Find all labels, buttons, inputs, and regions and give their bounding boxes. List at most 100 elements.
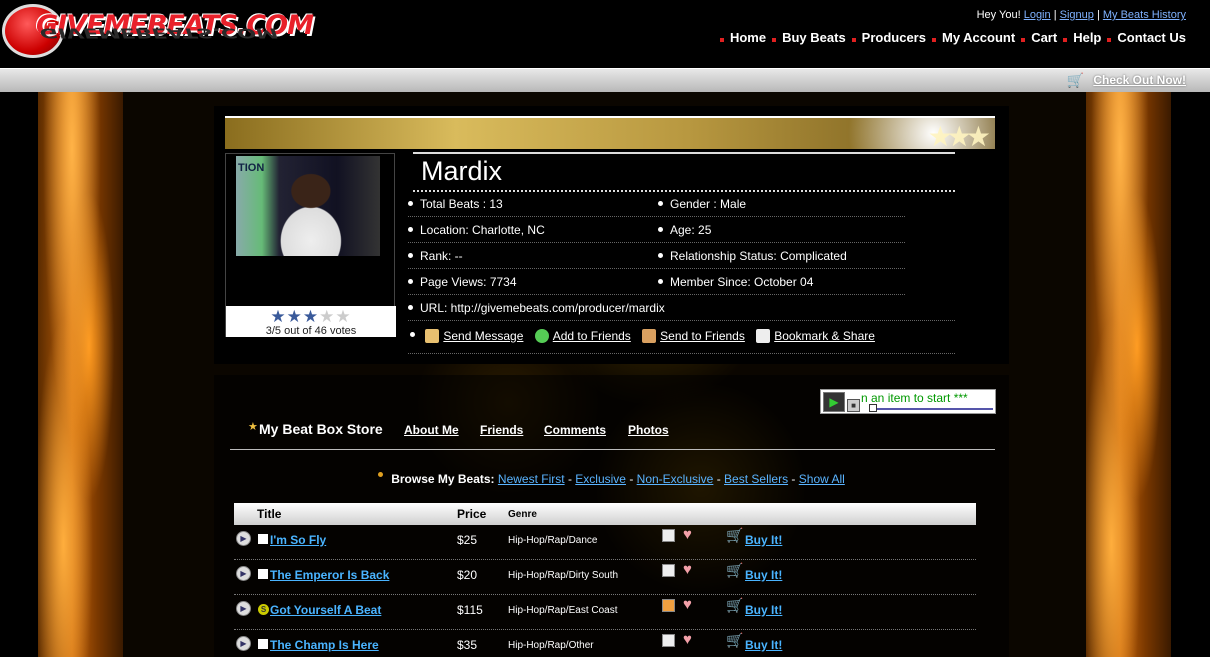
preview-play-icon[interactable]: ▶ xyxy=(236,636,251,651)
beat-price: $35 xyxy=(457,638,478,652)
favorite-heart-icon[interactable]: ♥ xyxy=(683,596,692,613)
buy-it-link[interactable]: Buy It! xyxy=(745,533,782,547)
preview-play-icon[interactable]: ▶ xyxy=(236,566,251,581)
buy-it-link[interactable]: Buy It! xyxy=(745,638,782,652)
select-checkbox[interactable] xyxy=(258,534,268,544)
player-message: n an item to start *** xyxy=(861,391,968,405)
checkout-link[interactable]: Check Out Now! xyxy=(1093,73,1186,87)
cart-icon[interactable]: 🛒 xyxy=(726,562,743,579)
browse-label: Browse My Beats: xyxy=(391,472,495,486)
nav-contact-us[interactable]: Contact Us xyxy=(1101,30,1186,45)
favorite-heart-icon[interactable]: ♥ xyxy=(683,631,692,648)
cart-icon[interactable]: 🛒 xyxy=(726,597,743,614)
info-url: URL: http://givemebeats.com/producer/mar… xyxy=(408,295,955,321)
col-genre[interactable]: Genre xyxy=(508,509,537,520)
favorite-heart-icon[interactable]: ♥ xyxy=(683,561,692,578)
beat-title-link[interactable]: Got Yourself A Beat xyxy=(270,603,381,617)
site-logo[interactable]: GIVEMEBEATS.COM GIVEMEBEATS.COM xyxy=(0,0,314,68)
info-gender: Gender : Male xyxy=(658,191,905,217)
profile-actions: Send Message Add to Friends Send to Frie… xyxy=(408,328,955,354)
producer-name: Mardix xyxy=(413,152,955,192)
site-header: GIVEMEBEATS.COM GIVEMEBEATS.COM Hey You!… xyxy=(0,0,1210,68)
info-age: Age: 25 xyxy=(658,217,905,243)
buy-it-link[interactable]: Buy It! xyxy=(745,603,782,617)
separator: | xyxy=(1053,9,1057,21)
profile-photo: TION xyxy=(236,156,380,256)
star-icon[interactable]: ★ xyxy=(319,307,335,326)
cart-icon[interactable]: 🛒 xyxy=(726,632,743,649)
player-progress-handle[interactable] xyxy=(869,404,877,412)
beat-genre: Hip-Hop/Rap/Dirty South xyxy=(508,570,619,581)
beats-history-link[interactable]: My Beats History xyxy=(1103,9,1186,21)
photo-sign-text: TION xyxy=(238,162,265,174)
buy-it-link[interactable]: Buy It! xyxy=(745,568,782,582)
preview-play-icon[interactable]: ▶ xyxy=(236,601,251,616)
tab-beat-box-store[interactable]: My Beat Box Store xyxy=(259,421,383,437)
beat-title-link[interactable]: The Champ Is Here xyxy=(270,638,379,652)
exclusive-lock-icon xyxy=(662,599,675,612)
send-message-link[interactable]: Send Message xyxy=(443,329,523,343)
tab-about-me[interactable]: About Me xyxy=(404,423,459,437)
favorite-heart-icon[interactable]: ♥ xyxy=(683,526,692,543)
star-icon[interactable]: ★ xyxy=(303,307,319,326)
table-row: ▶ I'm So Fly $25 Hip-Hop/Rap/Dance ♥ 🛒 B… xyxy=(234,525,976,560)
lock-icon xyxy=(662,564,675,577)
add-to-friends-link[interactable]: Add to Friends xyxy=(553,329,631,343)
cart-icon[interactable]: 🛒 xyxy=(726,527,743,544)
player-progress-track[interactable] xyxy=(869,408,993,410)
play-icon[interactable]: ▶ xyxy=(823,392,845,412)
beats-table: Title Price Genre ▶ I'm So Fly $25 Hip-H… xyxy=(234,503,976,657)
rating-widget[interactable]: ★★★★★ 3/5 out of 46 votes xyxy=(226,306,396,337)
col-title[interactable]: Title xyxy=(257,507,281,521)
filter-exclusive[interactable]: Exclusive xyxy=(575,472,626,486)
nav-producers[interactable]: Producers xyxy=(846,30,926,45)
nav-buy-beats[interactable]: Buy Beats xyxy=(766,30,846,45)
beat-title-link[interactable]: The Emperor Is Back xyxy=(270,568,389,582)
send-to-friends-link[interactable]: Send to Friends xyxy=(660,329,745,343)
table-row: ▶ S Got Yourself A Beat $115 Hip-Hop/Rap… xyxy=(234,595,976,630)
filter-show-all[interactable]: Show All xyxy=(799,472,845,486)
tab-friends[interactable]: Friends xyxy=(480,423,523,437)
nav-help[interactable]: Help xyxy=(1057,30,1101,45)
lock-icon xyxy=(662,634,675,647)
profile-photo-box: TION ★★★★★ 3/5 out of 46 votes xyxy=(225,153,396,337)
add-icon[interactable] xyxy=(534,328,549,343)
star-icon[interactable]: ★ xyxy=(270,307,286,326)
nav-home[interactable]: Home xyxy=(714,30,766,45)
beat-genre: Hip-Hop/Rap/East Coast xyxy=(508,605,618,616)
signup-link[interactable]: Signup xyxy=(1060,9,1094,21)
preview-play-icon[interactable]: ▶ xyxy=(236,531,251,546)
star-icon[interactable]: ★ xyxy=(287,307,303,326)
audio-player[interactable]: ▶ ■ n an item to start *** xyxy=(820,389,996,414)
tab-comments[interactable]: Comments xyxy=(544,423,606,437)
bookmark-share-link[interactable]: Bookmark & Share xyxy=(774,329,875,343)
login-link[interactable]: Login xyxy=(1024,9,1051,21)
star-icon[interactable]: ★ xyxy=(335,307,351,326)
users-icon[interactable] xyxy=(642,328,657,343)
filter-non-exclusive[interactable]: Non-Exclusive xyxy=(637,472,714,486)
rating-stars[interactable]: ★★★★★ xyxy=(226,308,396,325)
stop-icon[interactable]: ■ xyxy=(847,399,860,412)
lock-icon xyxy=(662,529,675,542)
rating-votes: 3/5 out of 46 votes xyxy=(265,325,357,337)
greeting-text: Hey You! xyxy=(976,9,1021,21)
beat-price: $115 xyxy=(457,603,483,617)
store-tabs: ★ My Beat Box Store About Me Friends Com… xyxy=(230,419,995,450)
beat-genre: Hip-Hop/Rap/Dance xyxy=(508,535,598,546)
filter-newest[interactable]: Newest First xyxy=(498,472,565,486)
cart-icon[interactable]: 🛒 xyxy=(1067,72,1084,89)
sale-badge-icon: S xyxy=(258,604,269,615)
col-price[interactable]: Price xyxy=(457,507,486,521)
tab-photos[interactable]: Photos xyxy=(628,423,669,437)
nav-cart[interactable]: Cart xyxy=(1015,30,1057,45)
select-checkbox[interactable] xyxy=(258,639,268,649)
nav-my-account[interactable]: My Account xyxy=(926,30,1015,45)
star-icon: ★ xyxy=(248,421,258,433)
beat-genre: Hip-Hop/Rap/Other xyxy=(508,640,594,651)
bookmark-icon[interactable] xyxy=(756,328,771,343)
beat-title-link[interactable]: I'm So Fly xyxy=(270,533,326,547)
account-links: Hey You! Login | Signup | My Beats Histo… xyxy=(977,9,1186,21)
message-icon[interactable] xyxy=(425,328,440,343)
filter-best-sellers[interactable]: Best Sellers xyxy=(724,472,788,486)
select-checkbox[interactable] xyxy=(258,569,268,579)
